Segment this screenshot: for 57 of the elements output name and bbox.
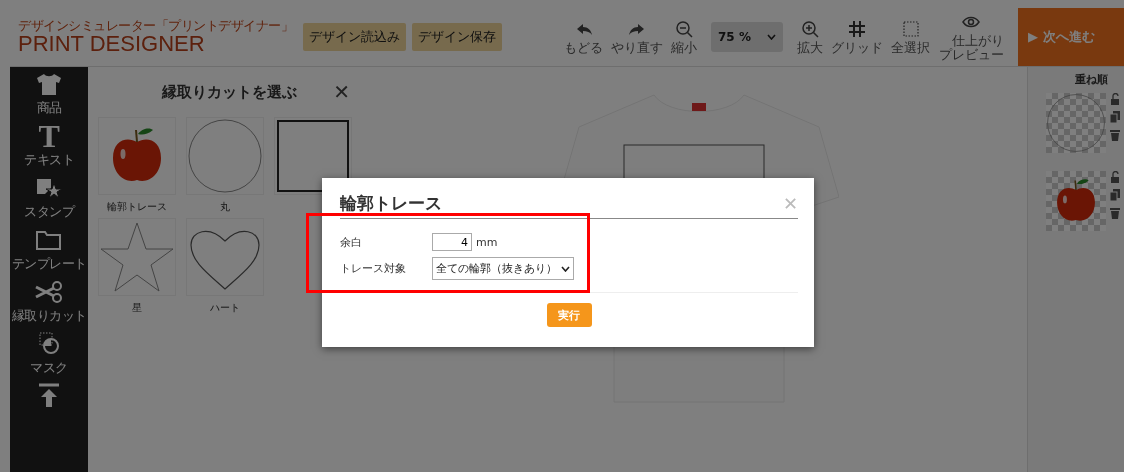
design-button[interactable]: デザイン保存 bbox=[412, 23, 502, 51]
zoom-select[interactable]: 75 % bbox=[711, 22, 783, 52]
cut-shape-option[interactable]: 星 bbox=[98, 218, 176, 315]
close-button[interactable]: ✕ bbox=[333, 80, 350, 104]
eye-tool-button[interactable]: 仕上がりプレビュー bbox=[936, 12, 1006, 62]
unit-label: mm bbox=[476, 235, 498, 249]
dotted-square-tool-button[interactable]: 全選択 bbox=[889, 19, 932, 55]
chevron-down-icon bbox=[561, 265, 570, 272]
sidebar-item[interactable]: 縁取りカット bbox=[10, 279, 88, 325]
tshirt-icon bbox=[34, 71, 64, 97]
copy-icon bbox=[1110, 189, 1120, 201]
cut-shape-option[interactable]: 輪郭トレース bbox=[98, 117, 176, 214]
delete-button[interactable] bbox=[1110, 207, 1120, 219]
circle-shape bbox=[1046, 93, 1106, 153]
trash-icon bbox=[1110, 129, 1120, 141]
delete-button[interactable] bbox=[1110, 129, 1120, 141]
dialog-title: 輪郭トレース bbox=[340, 191, 442, 215]
logo-subtitle: デザインシミュレーター「プリントデザイナー」 bbox=[18, 19, 293, 33]
sidebar-item[interactable]: スタンプ bbox=[10, 175, 88, 221]
run-button[interactable]: 実行 bbox=[546, 303, 592, 327]
copy-button[interactable] bbox=[1110, 111, 1120, 123]
trash-icon bbox=[1110, 207, 1120, 219]
redo-tool-button[interactable]: やり直す bbox=[609, 19, 665, 55]
next-step-button[interactable]: ▶ 次へ進む bbox=[1018, 8, 1124, 66]
sidebar-item[interactable]: T テキスト bbox=[10, 123, 88, 169]
zoom-in-tool-button[interactable]: 拡大 bbox=[795, 19, 825, 55]
lock-button[interactable] bbox=[1110, 171, 1120, 183]
text-tool-glyph: T bbox=[38, 123, 60, 149]
sidebar-item[interactable]: テンプレート bbox=[10, 227, 88, 273]
layers-title: 重ね順 bbox=[1074, 72, 1108, 87]
trace-target-select[interactable]: 全ての輪郭（抜きあり） bbox=[432, 257, 574, 280]
cut-shape-option[interactable]: ハート bbox=[186, 218, 264, 315]
grid-icon bbox=[848, 19, 866, 38]
layer-thumbnail[interactable] bbox=[1046, 171, 1106, 231]
scissors-icon bbox=[34, 279, 64, 305]
zoom-out-icon bbox=[675, 19, 693, 38]
unlocked-padlock-icon bbox=[1110, 93, 1120, 105]
logo-text: PRINT DESIGNER bbox=[18, 33, 206, 55]
panel-title: 縁取りカットを選ぶ bbox=[161, 82, 297, 102]
zoom-out-tool-button[interactable]: 縮小 bbox=[669, 19, 699, 55]
zoom-in-icon bbox=[801, 19, 819, 38]
sidebar-item[interactable]: マスク bbox=[10, 331, 88, 377]
unlocked-padlock-icon bbox=[1110, 171, 1120, 183]
field-label: 余白 bbox=[340, 234, 363, 250]
layer-thumbnail[interactable] bbox=[1046, 93, 1106, 153]
design-button[interactable]: デザイン読込み bbox=[303, 23, 406, 51]
undo-tool-button[interactable]: もどる bbox=[562, 19, 605, 55]
dotted-square-icon bbox=[901, 19, 920, 38]
sidebar-item[interactable]: 商品 bbox=[10, 71, 88, 117]
copy-button[interactable] bbox=[1110, 189, 1120, 201]
chevron-down-icon bbox=[767, 34, 776, 40]
lock-button[interactable] bbox=[1110, 93, 1120, 105]
grid-tool-button[interactable]: グリッド bbox=[829, 19, 885, 55]
cut-shape-option[interactable]: 丸 bbox=[186, 117, 264, 214]
field-label: トレース対象 bbox=[340, 261, 407, 276]
margin-input[interactable]: 4 bbox=[432, 233, 472, 251]
copy-icon bbox=[1110, 111, 1120, 123]
